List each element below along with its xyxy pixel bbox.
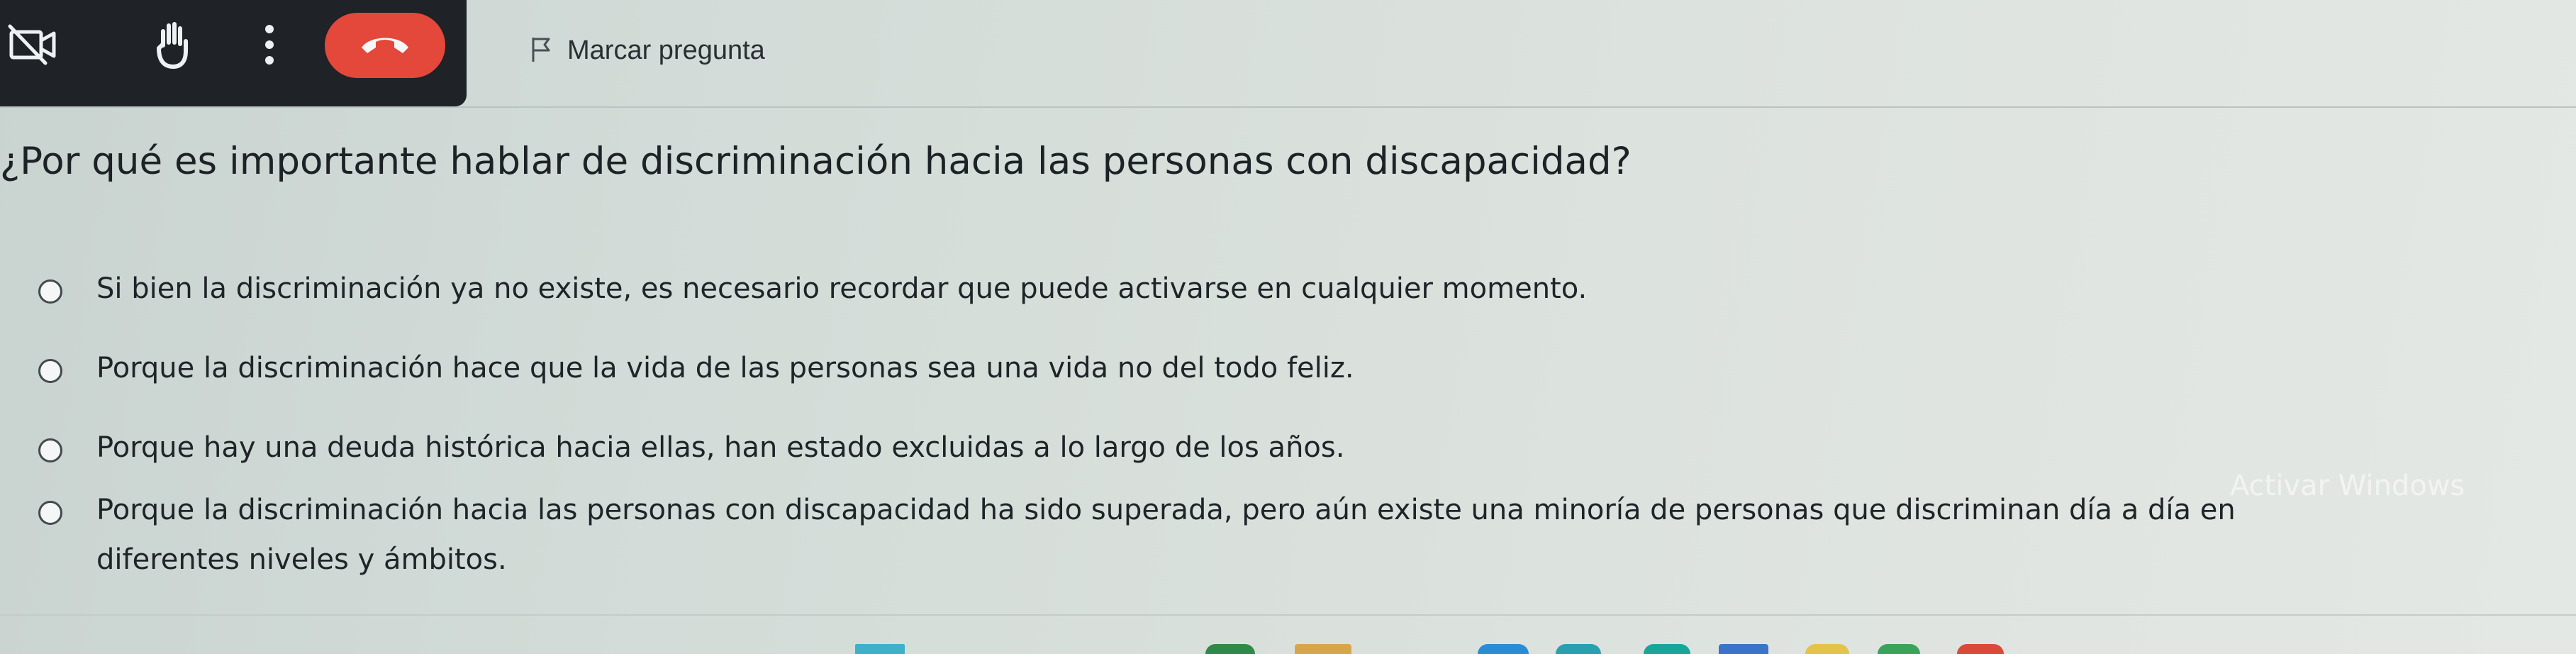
answer-option-label: Porque hay una deuda histórica hacia ell…: [96, 431, 1345, 464]
flag-question-control[interactable]: Marcar pregunta: [530, 35, 765, 66]
more-vert-icon: [262, 22, 277, 70]
taskbar-app-icon[interactable]: [1957, 644, 2004, 654]
taskbar-app-icon[interactable]: [1719, 644, 1768, 654]
windows-activation-watermark: Activar Windows: [2230, 470, 2465, 502]
end-call-button[interactable]: [325, 13, 445, 78]
answer-option-2[interactable]: Porque la discriminación hace que la vid…: [0, 352, 1354, 397]
answer-option-label: Si bien la discriminación ya no existe, …: [96, 272, 1588, 305]
answer-option-label: Porque la discriminación hace que la vid…: [96, 352, 1354, 384]
answer-option-4[interactable]: Porque la discriminación hacia las perso…: [0, 494, 2236, 589]
header-divider: [0, 106, 2576, 108]
flag-outline-icon: [530, 36, 552, 66]
taskbar-app-icon[interactable]: [1295, 644, 1351, 654]
taskbar-app-icon[interactable]: [1478, 644, 1529, 654]
question-text: ¿Por qué es importante hablar de discrim…: [0, 140, 1632, 183]
taskbar-app-icon[interactable]: [1878, 644, 1920, 654]
radio-button[interactable]: [38, 501, 62, 525]
camera-off-icon: [7, 23, 58, 69]
taskbar-app-icon[interactable]: [1644, 644, 1690, 654]
taskbar-app-icon[interactable]: [1805, 644, 1849, 654]
answer-option-label-line-2: diferentes niveles y ámbitos.: [96, 543, 507, 576]
taskbar-app-icon[interactable]: [855, 644, 905, 654]
raise-hand-icon: [153, 20, 193, 72]
radio-button[interactable]: [38, 438, 62, 462]
radio-button[interactable]: [38, 359, 62, 383]
flag-question-label: Marcar pregunta: [567, 35, 765, 65]
raise-hand-button[interactable]: [140, 7, 206, 85]
phone-hangup-icon: [359, 32, 411, 59]
camera-toggle-button[interactable]: [0, 7, 65, 85]
call-controls-bar: [0, 0, 467, 106]
footer-divider: [0, 614, 2576, 616]
taskbar-app-icon[interactable]: [1205, 644, 1255, 654]
answer-option-label-block: Porque la discriminación hacia las perso…: [96, 494, 2236, 589]
more-options-button[interactable]: [248, 7, 291, 85]
answer-option-1[interactable]: Si bien la discriminación ya no existe, …: [0, 272, 1587, 318]
radio-button[interactable]: [38, 279, 62, 304]
taskbar-app-icon[interactable]: [1556, 644, 1601, 654]
answer-option-3[interactable]: Porque hay una deuda histórica hacia ell…: [0, 431, 1344, 477]
taskbar-strip: [0, 636, 2576, 654]
